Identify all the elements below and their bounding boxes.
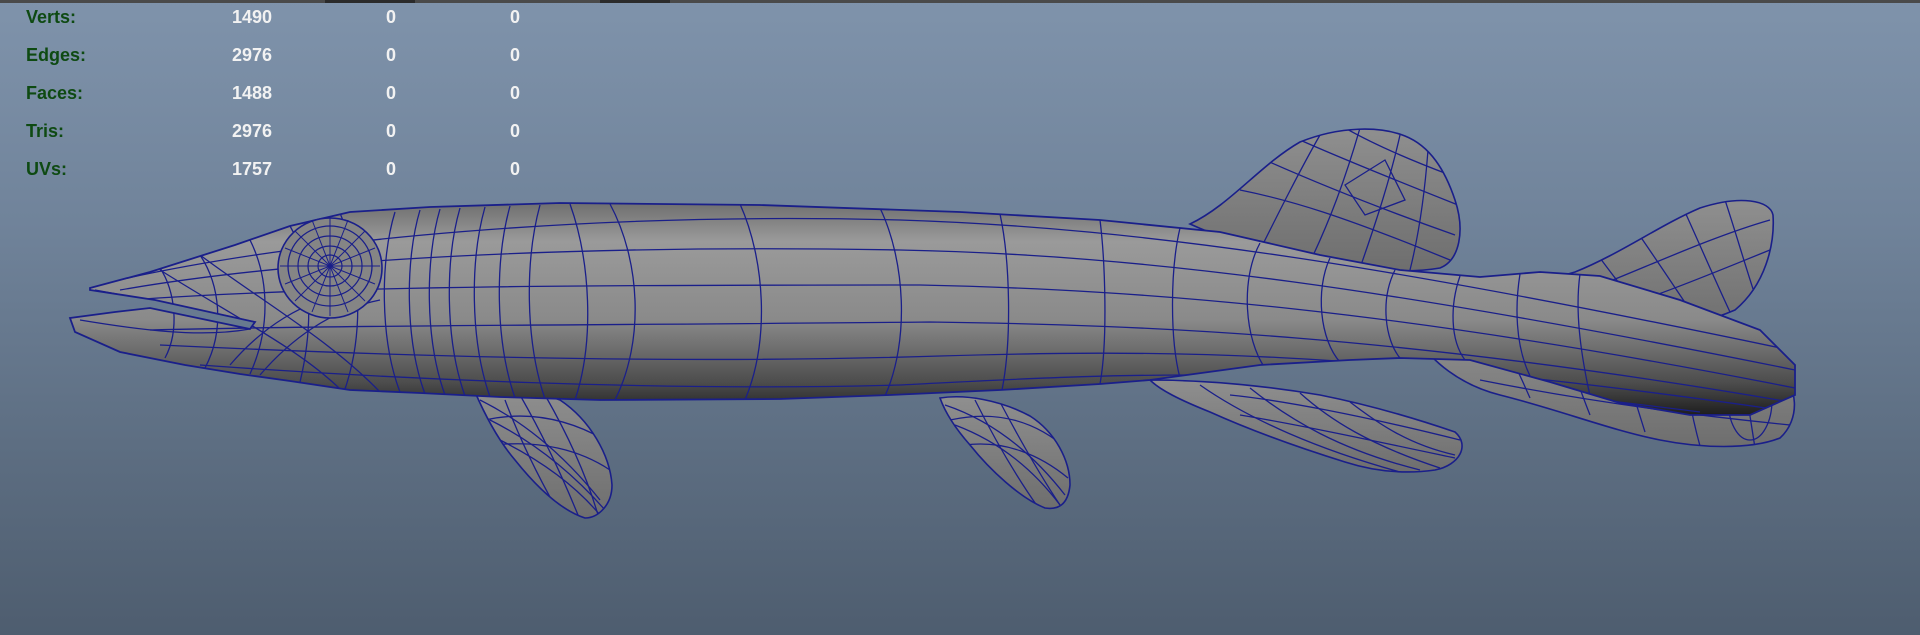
hud-value-component: 0: [509, 121, 520, 141]
hud-value-selected: 0: [385, 159, 396, 179]
hud-value-component: 0: [509, 45, 520, 65]
fish-eye: [277, 216, 383, 319]
anal-fin: [1148, 379, 1463, 473]
hud-value-object: 1757: [231, 159, 272, 179]
hud-value-selected: 0: [385, 45, 396, 65]
hud-label: Faces:: [26, 83, 84, 103]
pectoral-fin: [473, 387, 613, 519]
hud-value-selected: 0: [385, 121, 396, 141]
hud-label: Verts:: [26, 7, 77, 27]
hud-value-component: 0: [509, 7, 520, 27]
hud-value-component: 0: [509, 83, 520, 103]
hud-value-selected: 0: [385, 7, 396, 27]
pelvic-fin: [938, 396, 1071, 510]
hud-label: Edges:: [26, 45, 87, 65]
hud-value-object: 1488: [231, 83, 272, 103]
hud-value-object: 2976: [231, 121, 272, 141]
hud-value-selected: 0: [385, 83, 396, 103]
3d-viewport[interactable]: Verts: 1490 0 0 Edges: 2976 0 0 Faces: 1…: [0, 0, 1920, 635]
hud-value-object: 2976: [231, 45, 272, 65]
fish-model[interactable]: [0, 0, 1920, 635]
hud-value-component: 0: [509, 159, 520, 179]
hud-label: Tris:: [26, 121, 65, 141]
hud-value-object: 1490: [231, 7, 272, 27]
hud-label: UVs:: [26, 159, 68, 179]
